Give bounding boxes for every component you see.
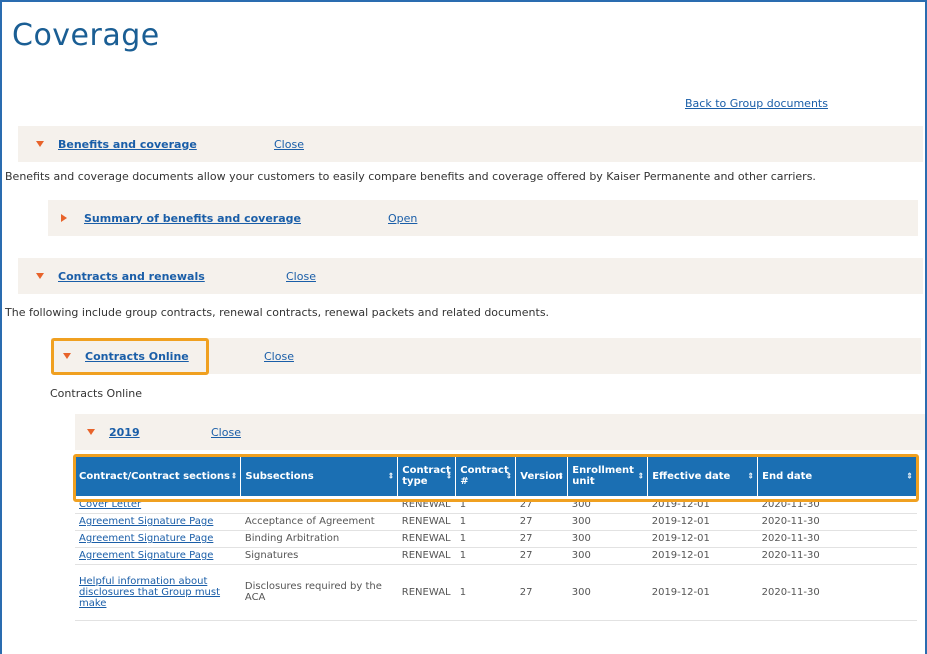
benefits-section-title[interactable]: Benefits and coverage: [58, 138, 197, 151]
contract-type-cell: RENEWAL: [397, 547, 456, 565]
table-row: Helpful information about disclosures th…: [75, 564, 917, 621]
summary-section-bar[interactable]: Summary of benefits and coverage Open: [48, 200, 918, 236]
contract-type-cell: RENEWAL: [397, 564, 456, 621]
subsection-cell: Binding Arbitration: [240, 530, 398, 548]
contract-number-cell: 1: [455, 564, 516, 621]
benefits-close-link[interactable]: Close: [274, 138, 304, 151]
contracts-section-title[interactable]: Contracts and renewals: [58, 270, 205, 283]
contracts-description: The following include group contracts, r…: [5, 306, 550, 319]
year-2019-close-link[interactable]: Close: [211, 426, 241, 439]
page-title: Coverage: [12, 18, 160, 53]
contracts-online-close-link[interactable]: Close: [264, 350, 294, 363]
benefits-section-bar[interactable]: Benefits and coverage Close: [18, 126, 923, 162]
collapse-arrow-icon: [36, 141, 44, 147]
contracts-close-link[interactable]: Close: [286, 270, 316, 283]
contract-link[interactable]: Agreement Signature Page: [75, 513, 241, 531]
contracts-online-label: Contracts Online: [50, 387, 143, 400]
contracts-online-highlight: [51, 338, 209, 375]
benefits-description: Benefits and coverage documents allow yo…: [5, 170, 816, 183]
enrollment-unit-cell: 300: [567, 547, 648, 565]
subsection-cell: Signatures: [240, 547, 398, 565]
version-cell: 27: [515, 530, 568, 548]
contract-number-cell: 1: [455, 513, 516, 531]
version-cell: 27: [515, 513, 568, 531]
summary-open-link[interactable]: Open: [388, 212, 417, 225]
collapse-arrow-icon: [87, 429, 95, 435]
table-row: Agreement Signature Page Signatures RENE…: [75, 547, 917, 565]
table-header-highlight: [73, 454, 919, 502]
expand-arrow-icon: [61, 214, 67, 222]
contract-link[interactable]: Agreement Signature Page: [75, 530, 241, 548]
version-cell: 27: [515, 547, 568, 565]
summary-section-title[interactable]: Summary of benefits and coverage: [84, 212, 301, 225]
contract-link[interactable]: Agreement Signature Page: [75, 547, 241, 565]
table-row: Agreement Signature Page Binding Arbitra…: [75, 530, 917, 548]
table-row: Agreement Signature Page Acceptance of A…: [75, 513, 917, 531]
enrollment-unit-cell: 300: [567, 564, 648, 621]
effective-date-cell: 2019-12-01: [647, 547, 758, 565]
back-to-group-documents-link[interactable]: Back to Group documents: [685, 97, 828, 110]
collapse-arrow-icon: [36, 273, 44, 279]
end-date-cell: 2020-11-30: [757, 530, 917, 548]
contract-number-cell: 1: [455, 530, 516, 548]
contract-number-cell: 1: [455, 547, 516, 565]
coverage-frame: Coverage Back to Group documents Benefit…: [0, 0, 927, 654]
subsection-cell: Acceptance of Agreement: [240, 513, 398, 531]
effective-date-cell: 2019-12-01: [647, 530, 758, 548]
contract-link[interactable]: Helpful information about disclosures th…: [75, 564, 241, 621]
year-2019-bar[interactable]: 2019 Close: [75, 414, 925, 450]
enrollment-unit-cell: 300: [567, 513, 648, 531]
contracts-section-bar[interactable]: Contracts and renewals Close: [18, 258, 923, 294]
subsection-cell: Disclosures required by the ACA: [240, 564, 398, 621]
end-date-cell: 2020-11-30: [757, 513, 917, 531]
version-cell: 27: [515, 564, 568, 621]
year-2019-title[interactable]: 2019: [109, 426, 140, 439]
effective-date-cell: 2019-12-01: [647, 513, 758, 531]
contract-type-cell: RENEWAL: [397, 513, 456, 531]
end-date-cell: 2020-11-30: [757, 564, 917, 621]
effective-date-cell: 2019-12-01: [647, 564, 758, 621]
end-date-cell: 2020-11-30: [757, 547, 917, 565]
contract-type-cell: RENEWAL: [397, 530, 456, 548]
enrollment-unit-cell: 300: [567, 530, 648, 548]
